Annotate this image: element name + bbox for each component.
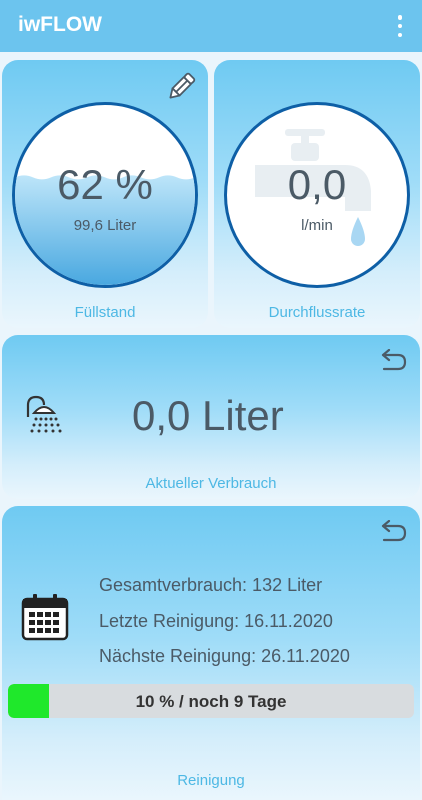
usage-value: 0,0 Liter <box>132 392 284 439</box>
flow-rate-gauge: 0,0 l/min <box>224 102 410 288</box>
current-usage-card[interactable]: 0,0 Liter Aktueller Verbrauch <box>2 335 420 499</box>
flow-rate-card[interactable]: 0,0 l/min Durchflussrate <box>214 60 420 328</box>
app-title: iwFLOW <box>18 13 102 36</box>
fill-level-label: Füllstand <box>74 304 136 321</box>
fill-level-card[interactable]: 62 % 99,6 Liter Füllstand <box>2 60 208 328</box>
pencil-icon[interactable] <box>164 70 198 104</box>
progress-text: 10 % / noch 9 Tage <box>135 692 287 711</box>
app-bar: iwFLOW <box>0 0 422 52</box>
fill-percent: 62 % <box>57 161 153 208</box>
flow-rate-label: Durchflussrate <box>268 304 366 321</box>
fill-level-gauge: 62 % 99,6 Liter <box>12 102 198 288</box>
total-usage: Gesamtverbrauch: 132 Liter <box>99 575 323 595</box>
flow-unit: l/min <box>301 217 333 234</box>
flow-value: 0,0 <box>287 161 347 208</box>
next-cleaning: Nächste Reinigung: 26.11.2020 <box>99 646 350 666</box>
shower-icon <box>26 395 62 433</box>
cleaning-progress-bar: 10 % / noch 9 Tage <box>8 684 414 718</box>
fill-volume: 99,6 Liter <box>73 217 137 234</box>
undo-icon[interactable] <box>378 520 408 546</box>
cleaning-label: Reinigung <box>177 772 245 789</box>
more-vert-icon[interactable] <box>392 14 408 38</box>
usage-label: Aktueller Verbrauch <box>145 475 277 492</box>
cleaning-card[interactable]: Gesamtverbrauch: 132 Liter Letzte Reinig… <box>2 506 420 800</box>
undo-icon[interactable] <box>378 349 408 375</box>
calendar-icon <box>21 594 69 641</box>
last-cleaning: Letzte Reinigung: 16.11.2020 <box>99 611 333 631</box>
